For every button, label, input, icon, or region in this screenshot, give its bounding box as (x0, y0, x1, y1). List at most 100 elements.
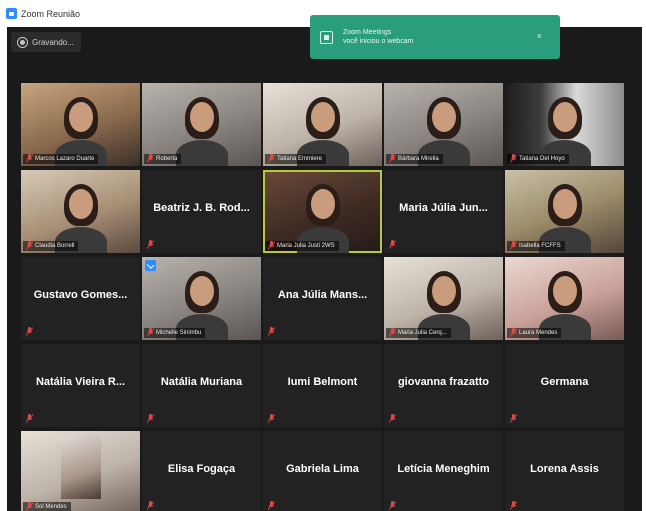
participant-name: Sol Mendes (35, 504, 67, 510)
meeting-window: Gravando... Zoom Meetings você iniciou o… (7, 15, 642, 511)
toast-title: Zoom Meetings (343, 29, 392, 36)
participant-tile[interactable]: Laura Mendes (505, 257, 624, 340)
mic-muted-icon (389, 240, 396, 249)
participant-name: Bárbara Mirella (398, 156, 439, 162)
mic-muted-icon (389, 501, 396, 510)
participant-tile[interactable]: Lorena Assis (505, 431, 624, 511)
participant-name: Laura Mendes (519, 330, 558, 336)
participant-name: Maria Julia Cerq... (398, 330, 447, 336)
participant-tile[interactable]: Elisa Fogaça (142, 431, 261, 511)
participant-name: Roberta (156, 156, 178, 162)
zoom-app-icon (6, 8, 17, 19)
participant-name: giovanna frazatto (397, 376, 490, 388)
participant-tile[interactable]: Claudia Borrell (21, 170, 140, 253)
participant-tile[interactable]: Maria Júlia Jun... (384, 170, 503, 253)
participant-name: Ana Júlia Mans... (277, 289, 368, 301)
participant-name-label: Roberta (144, 154, 182, 164)
recording-indicator[interactable]: Gravando... (11, 32, 81, 52)
participant-name: Tatiana Del Hoyo (519, 156, 565, 162)
participant-tile[interactable]: Michelle Sinimbu (142, 257, 261, 340)
participant-name-label: Marcos Lazaro Duarte (23, 154, 99, 164)
participant-tile[interactable]: Gabriela Lima (263, 431, 382, 511)
meeting-icon (320, 30, 333, 44)
participant-tile[interactable]: Tatiana Del Hoyo (505, 83, 624, 166)
participant-name-label: Maria Julia Cerq... (386, 328, 451, 338)
participant-tile[interactable]: Natália Vieira R... (21, 344, 140, 427)
toast-text: Zoom Meetings você iniciou o webcam (343, 29, 413, 45)
participant-tile[interactable]: Isabella FCFFS (505, 170, 624, 253)
mic-muted-icon (268, 327, 275, 336)
participant-name-label: Laura Mendes (507, 328, 562, 338)
participant-tile[interactable]: Tatiana Emmiere (263, 83, 382, 166)
mic-muted-icon (510, 328, 517, 337)
participant-name: Natália Muriana (160, 376, 243, 388)
participant-name: Germana (540, 376, 589, 388)
participant-name: Lorena Assis (530, 463, 599, 475)
mic-muted-icon (147, 154, 154, 163)
participant-tile[interactable]: Letícia Meneghim (384, 431, 503, 511)
mic-muted-icon (510, 414, 517, 423)
participant-tile[interactable]: Maria Julia Cerq... (384, 257, 503, 340)
participant-name: Michelle Sinimbu (156, 330, 202, 336)
participant-tile[interactable]: Sol Mendes (21, 431, 140, 511)
participant-name-label: Isabella FCFFS (507, 241, 565, 251)
participant-name: Marcos Lazaro Duarte (35, 156, 95, 162)
participant-name-label: Tatiana Del Hoyo (507, 154, 569, 164)
mic-muted-icon (389, 328, 396, 337)
participant-name-label: Claudia Borrell (23, 241, 79, 251)
participant-tile[interactable]: Germana (505, 344, 624, 427)
participant-name: Maria Julia Justi 2WS (277, 243, 335, 249)
mic-muted-icon (147, 240, 154, 249)
participant-name: Gustavo Gomes... (33, 289, 128, 301)
window-title: Zoom Reunião (21, 8, 81, 19)
participant-name: Maria Júlia Jun... (399, 202, 488, 214)
participant-tile[interactable]: Gustavo Gomes... (21, 257, 140, 340)
mic-muted-icon (268, 501, 275, 510)
notification-toast[interactable]: Zoom Meetings você iniciou o webcam × (310, 15, 560, 59)
record-icon (18, 37, 27, 47)
raise-hand-icon (145, 260, 156, 271)
participant-name-label: Sol Mendes (23, 502, 71, 511)
participant-tile[interactable]: Natália Muriana (142, 344, 261, 427)
participant-tile[interactable]: Iumi Belmont (263, 344, 382, 427)
participant-tile[interactable]: Ana Júlia Mans... (263, 257, 382, 340)
mic-muted-icon (268, 241, 275, 250)
participant-name: Elisa Fogaça (167, 463, 236, 475)
participant-name-label: Tatiana Emmiere (265, 154, 327, 164)
participant-tile[interactable]: Bárbara Mirella (384, 83, 503, 166)
participant-video (60, 435, 101, 499)
participant-video (174, 94, 230, 166)
mic-muted-icon (510, 154, 517, 163)
participant-name: Beatriz J. B. Rod... (153, 202, 250, 214)
participant-tile[interactable]: Maria Julia Justi 2WS (263, 170, 382, 253)
mic-muted-icon (26, 414, 33, 423)
participant-tile[interactable]: Beatriz J. B. Rod... (142, 170, 261, 253)
participant-name: Tatiana Emmiere (277, 156, 323, 162)
participant-name: Letícia Meneghim (397, 463, 490, 475)
mic-muted-icon (510, 241, 517, 250)
mic-muted-icon (26, 154, 33, 163)
mic-muted-icon (510, 501, 517, 510)
toast-close-icon[interactable]: × (537, 31, 542, 41)
recording-label: Gravando... (32, 37, 74, 47)
mic-muted-icon (147, 414, 154, 423)
mic-muted-icon (147, 328, 154, 337)
mic-muted-icon (268, 414, 275, 423)
participant-name: Gabriela Lima (286, 463, 359, 475)
participant-tile[interactable]: Roberta (142, 83, 261, 166)
mic-muted-icon (26, 502, 33, 511)
mic-muted-icon (389, 154, 396, 163)
participant-name-label: Bárbara Mirella (386, 154, 443, 164)
participant-tile[interactable]: giovanna frazatto (384, 344, 503, 427)
mic-muted-icon (147, 501, 154, 510)
mic-muted-icon (26, 327, 33, 336)
participant-name: Claudia Borrell (35, 243, 75, 249)
participant-tile[interactable]: Marcos Lazaro Duarte (21, 83, 140, 166)
mic-muted-icon (389, 414, 396, 423)
meeting-topbar: Gravando... Zoom Meetings você iniciou o… (7, 15, 642, 59)
participant-name-label: Michelle Sinimbu (144, 328, 206, 338)
participant-name-label: Maria Julia Justi 2WS (265, 241, 339, 251)
mic-muted-icon (26, 241, 33, 250)
mic-muted-icon (268, 154, 275, 163)
participant-name: Isabella FCFFS (519, 243, 561, 249)
